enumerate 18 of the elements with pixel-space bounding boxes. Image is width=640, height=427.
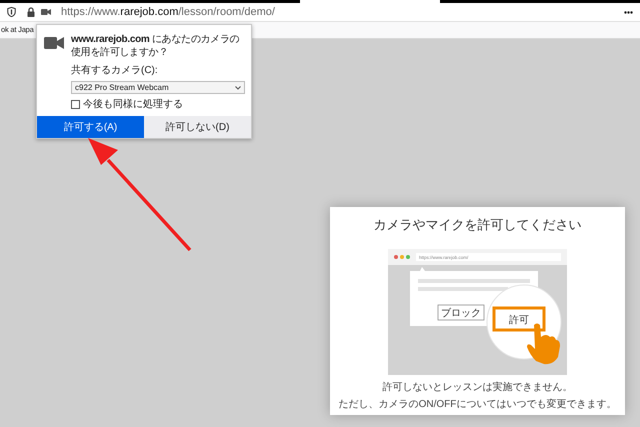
chevron-down-icon	[235, 86, 241, 90]
note-text: 許可しないとレッスンは実施できません。	[382, 380, 572, 394]
more-icon[interactable]	[624, 10, 633, 14]
camera-label: 共有するカメラ(C):	[71, 64, 159, 78]
hand-icon	[527, 323, 560, 364]
url-text[interactable]: https://www.rarejob.com/lesson/room/demo/	[61, 4, 275, 20]
camera-icon	[41, 8, 51, 16]
remember-label: 今後も同様に処理する	[83, 98, 183, 112]
popup-message: www.rarejob.com にあなたのカメラの使用を許可しますか？	[71, 33, 240, 59]
note-text: ただし、カメラのON/OFFについてはいつでも変更できます。	[338, 398, 616, 412]
permission-button[interactable]: 許可しない(D)	[144, 116, 251, 138]
camera-select[interactable]: c922 Pro Stream Webcam	[71, 81, 245, 94]
shield-icon[interactable]	[7, 7, 16, 17]
remember-checkbox[interactable]	[71, 100, 80, 109]
permission-button[interactable]: 許可する(A)	[37, 116, 144, 138]
camera-icon	[44, 36, 64, 50]
dialog-title: カメラやマイクを許可してください	[374, 216, 582, 234]
lock-icon[interactable]	[27, 7, 35, 17]
